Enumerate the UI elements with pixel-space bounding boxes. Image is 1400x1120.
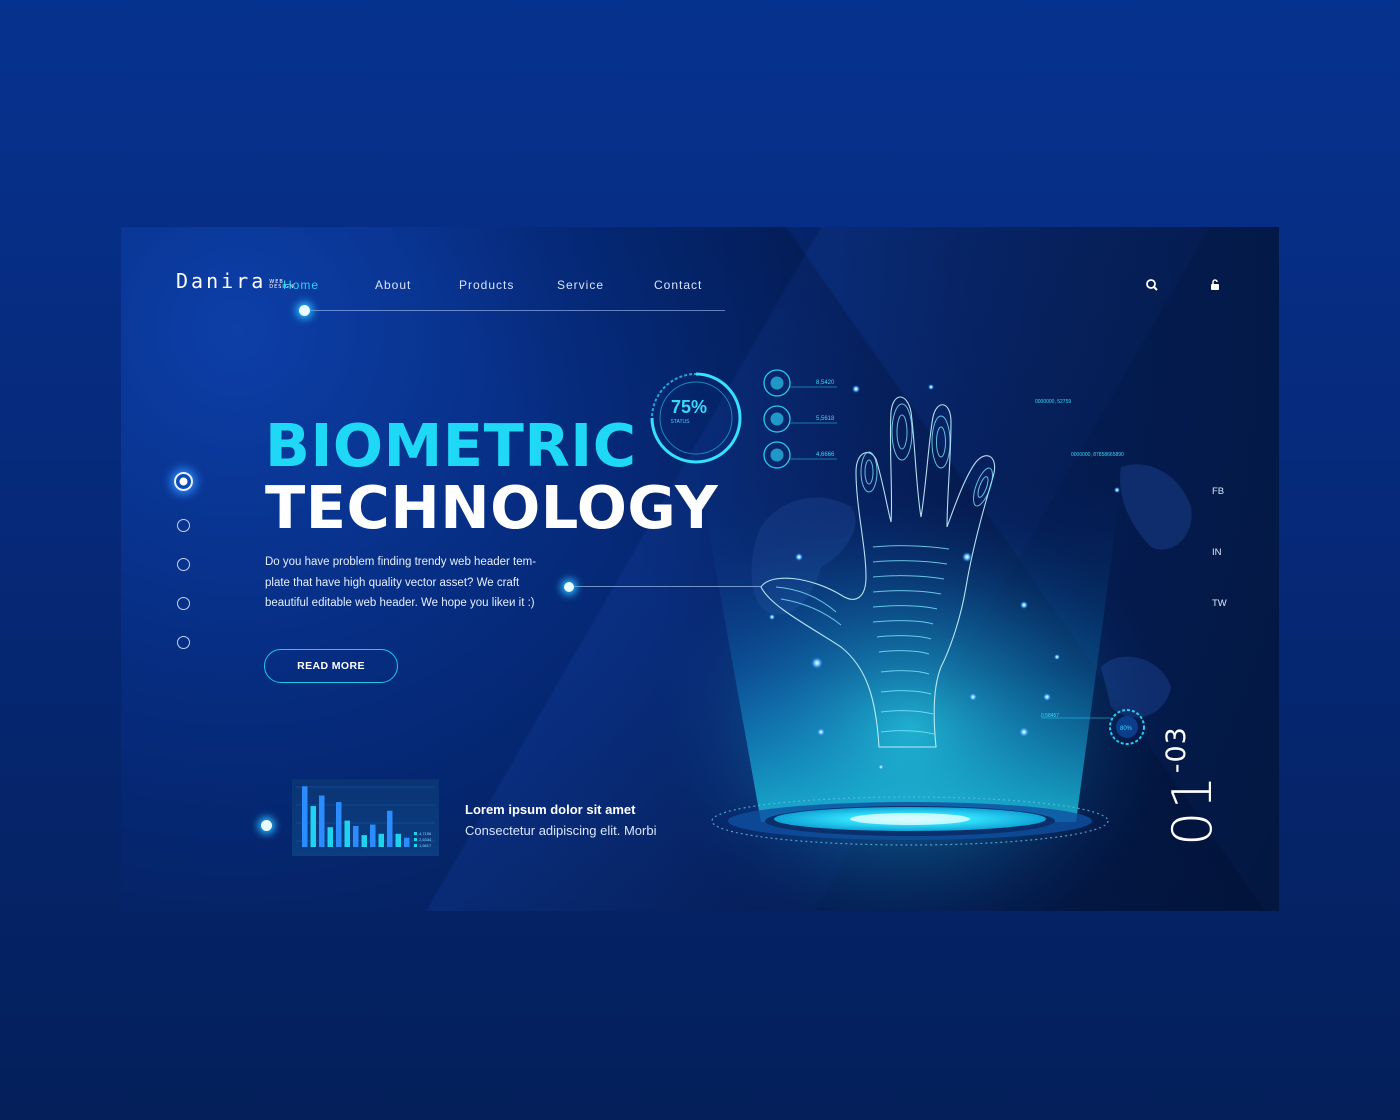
chart-legend-swatch	[414, 838, 417, 841]
feature-subtitle: Consectetur adipiscing elit. Morbi	[465, 823, 657, 838]
hero-title-line-1: BIOMETRIC	[265, 411, 637, 480]
chart-bar	[302, 786, 308, 847]
hero-description-line-3: beautiful editable web header. We hope y…	[265, 597, 535, 609]
slide-counter-current: 01	[1161, 773, 1224, 846]
hero-description-line-1: Do you have problem finding trendy web h…	[265, 556, 537, 568]
nav-about[interactable]: About	[375, 278, 411, 292]
status-label: STATUS	[671, 419, 691, 425]
chart-bar	[336, 802, 342, 847]
slide-dot-1[interactable]	[174, 472, 193, 491]
connector-dot	[564, 582, 574, 592]
readout-2: 5,5618	[816, 416, 835, 422]
logo-wordmark: Danira	[176, 269, 267, 293]
mini-bar-chart-svg: 4,71562,63341,5617	[296, 786, 435, 848]
chart-bar	[327, 827, 333, 847]
social-fb[interactable]: FB	[1212, 486, 1224, 497]
nav-service[interactable]: Service	[557, 278, 604, 292]
search-icon[interactable]	[1144, 277, 1160, 293]
feature-dot	[261, 820, 272, 831]
nav-products[interactable]: Products	[459, 278, 514, 292]
hero-description-line-2: plate that have high quality vector asse…	[265, 576, 520, 589]
status-ring-gauge: 75% STATUS	[650, 372, 742, 464]
brand-logo[interactable]: Danira WEB DESIGN	[176, 271, 295, 291]
chart-bar	[404, 837, 410, 847]
chart-legend-label: 2,6334	[419, 837, 432, 842]
slide-counter-separator: -	[1161, 762, 1192, 774]
chart-legend-swatch	[414, 844, 417, 847]
slide-dot-2[interactable]	[177, 519, 190, 532]
connector-line	[571, 586, 761, 587]
chart-bar	[344, 820, 350, 847]
chart-legend-label: 4,7156	[419, 831, 432, 836]
mini-bar-chart: 4,7156 2,6334 1,5617	[292, 779, 439, 856]
hero-title-line-2: TECHNOLOGY	[265, 473, 719, 542]
lock-icon[interactable]	[1207, 277, 1223, 293]
slide-dot-5[interactable]	[177, 636, 190, 649]
readout-3: 4,6666	[816, 452, 835, 458]
chart-bar	[353, 825, 359, 847]
hud-top-right-1: 0000000, 52759	[1035, 399, 1071, 405]
slide-counter: 01-03	[1161, 726, 1224, 846]
read-more-button[interactable]: READ MORE	[264, 649, 398, 683]
nav-active-indicator	[299, 305, 310, 316]
nav-underline	[305, 310, 725, 311]
feature-title: Lorem ipsum dolor sit amet	[465, 802, 636, 817]
hud-top-right-2: 0000000, 87858665890	[1071, 452, 1124, 458]
hero-banner: 75% STATUS 8,5420 5,5618 4,6666 0000000,…	[121, 227, 1279, 911]
nav-home[interactable]: Home	[283, 278, 319, 292]
chart-bar	[378, 833, 384, 847]
readout-1: 8,5420	[816, 380, 835, 386]
chart-bar	[310, 806, 316, 847]
chart-bar	[361, 835, 367, 847]
slide-dot-4[interactable]	[177, 597, 190, 610]
gauge-label: 0,58457	[1041, 713, 1059, 719]
status-percent: 75%	[671, 397, 707, 417]
social-in[interactable]: IN	[1212, 547, 1222, 558]
chart-legend-label: 1,5617	[419, 843, 432, 848]
chart-bar	[387, 810, 393, 847]
social-tw[interactable]: TW	[1212, 598, 1227, 609]
gauge-percent: 80%	[1120, 726, 1133, 732]
slide-dot-3[interactable]	[177, 558, 190, 571]
chart-legend-swatch	[414, 832, 417, 835]
chart-bar	[370, 824, 376, 847]
slide-counter-total: 03	[1161, 726, 1192, 763]
hero-description: Do you have problem finding trendy web h…	[265, 552, 565, 614]
chart-bar	[319, 795, 325, 847]
chart-bar	[395, 833, 401, 847]
nav-contact[interactable]: Contact	[654, 278, 702, 292]
